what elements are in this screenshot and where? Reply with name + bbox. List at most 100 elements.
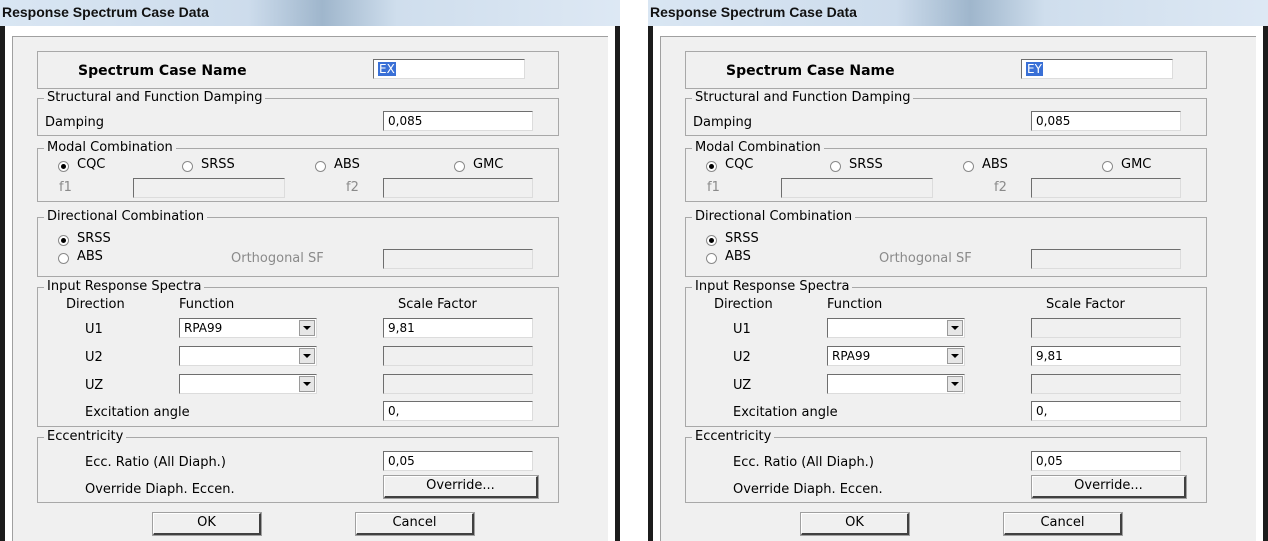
gmc-label: GMC [473,157,504,172]
eccentricity-label: Eccentricity [44,429,127,444]
ecc-ratio-label: Ecc. Ratio (All Diaph.) [85,455,226,470]
u1-function-select[interactable] [827,318,965,338]
ok-button[interactable]: OK [800,512,910,536]
u2-scale-input[interactable]: 9,81 [1031,346,1181,366]
ecc-ratio-input[interactable]: 0,05 [383,451,533,471]
u1-scale-input[interactable] [1031,318,1181,338]
f2-input[interactable] [1031,178,1181,198]
case-name-group: Spectrum Case Name EY [685,51,1207,89]
dir-srss-radio[interactable] [58,235,69,246]
response-spectrum-dialog: Response Spectrum Case Data Spectrum Cas… [648,0,1268,541]
u2-scale-input[interactable] [383,346,533,366]
damping-input[interactable]: 0,085 [383,111,533,131]
function-column-header: Function [827,297,883,312]
dialog-client-area: Spectrum Case Name EY Structural and Fun… [660,36,1256,541]
dir-srss-radio[interactable] [706,235,717,246]
cqc-label: CQC [725,157,754,172]
override-button[interactable]: Override... [383,475,539,499]
gmc-label: GMC [1121,157,1152,172]
override-diaph-label: Override Diaph. Eccen. [85,482,235,497]
dir-abs-radio[interactable] [58,253,69,264]
dialog-title: Response Spectrum Case Data [2,4,209,20]
u2-function-select[interactable] [179,346,317,366]
chevron-down-icon[interactable] [299,348,315,364]
dir-srss-label: SRSS [77,231,111,246]
directional-combination-label: Directional Combination [692,209,856,224]
override-button[interactable]: Override... [1031,475,1187,499]
uz-scale-input[interactable] [383,374,533,394]
f1-label: f1 [707,180,720,195]
cqc-radio[interactable] [706,161,717,172]
orthogonal-sf-input[interactable] [383,249,533,269]
direction-column-header: Direction [66,297,125,312]
scale-factor-column-header: Scale Factor [398,297,477,312]
directional-combination-label: Directional Combination [44,209,208,224]
cqc-label: CQC [77,157,106,172]
window-frame-left [0,26,5,541]
dir-abs-radio[interactable] [706,253,717,264]
srss-radio[interactable] [830,161,841,172]
abs-radio[interactable] [963,161,974,172]
chevron-down-icon[interactable] [947,320,963,336]
f2-input[interactable] [383,178,533,198]
u1-scale-input[interactable]: 9,81 [383,318,533,338]
f1-input[interactable] [133,178,285,198]
abs-radio[interactable] [315,161,326,172]
u1-label: U1 [733,322,751,337]
window-frame-right [615,26,620,541]
case-name-label: Spectrum Case Name [726,63,895,79]
directional-combination-group: Directional Combination SRSS ABS Orthogo… [37,209,559,277]
u1-label: U1 [85,322,103,337]
u1-function-select[interactable]: RPA99 [179,318,317,338]
gmc-radio[interactable] [1102,161,1113,172]
dialog-titlebar: Response Spectrum Case Data [0,0,620,26]
gmc-radio[interactable] [454,161,465,172]
excitation-angle-input[interactable]: 0, [1031,401,1181,421]
cqc-radio[interactable] [58,161,69,172]
uz-scale-input[interactable] [1031,374,1181,394]
f1-input[interactable] [781,178,933,198]
modal-combination-label: Modal Combination [692,140,824,155]
orthogonal-sf-input[interactable] [1031,249,1181,269]
modal-combination-label: Modal Combination [44,140,176,155]
chevron-down-icon[interactable] [947,376,963,392]
abs-label: ABS [982,157,1008,172]
override-diaph-label: Override Diaph. Eccen. [733,482,883,497]
dir-srss-label: SRSS [725,231,759,246]
dialog-client-area: Spectrum Case Name EX Structural and Fun… [12,36,608,541]
f2-label: f2 [346,180,359,195]
chevron-down-icon[interactable] [947,348,963,364]
input-response-spectra-group: Input Response Spectra Direction Functio… [685,279,1207,427]
f2-label: f2 [994,180,1007,195]
f1-label: f1 [59,180,72,195]
excitation-angle-label: Excitation angle [733,405,838,420]
case-name-input[interactable]: EX [373,59,525,79]
chevron-down-icon[interactable] [299,320,315,336]
case-name-value: EY [1026,62,1043,76]
window-frame-right [1263,26,1268,541]
eccentricity-group: Eccentricity Ecc. Ratio (All Diaph.) 0,0… [37,429,559,503]
damping-group-label: Structural and Function Damping [44,90,266,105]
case-name-input[interactable]: EY [1021,59,1173,79]
damping-group: Structural and Function Damping Damping … [685,90,1207,136]
damping-group: Structural and Function Damping Damping … [37,90,559,136]
damping-input[interactable]: 0,085 [1031,111,1181,131]
response-spectrum-dialog: Response Spectrum Case Data Spectrum Cas… [0,0,620,541]
chevron-down-icon[interactable] [299,376,315,392]
damping-label: Damping [45,115,104,130]
ok-button[interactable]: OK [152,512,262,536]
u2-function-select[interactable]: RPA99 [827,346,965,366]
eccentricity-label: Eccentricity [692,429,775,444]
excitation-angle-input[interactable]: 0, [383,401,533,421]
uz-function-select[interactable] [827,374,965,394]
srss-label: SRSS [849,157,883,172]
ecc-ratio-input[interactable]: 0,05 [1031,451,1181,471]
srss-radio[interactable] [182,161,193,172]
cancel-button[interactable]: Cancel [1003,512,1123,536]
window-frame-left [648,26,653,541]
cancel-button[interactable]: Cancel [355,512,475,536]
uz-function-select[interactable] [179,374,317,394]
modal-combination-group: Modal Combination CQC SRSS ABS GMC f1 f2 [37,140,559,202]
orthogonal-sf-label: Orthogonal SF [879,251,972,266]
uz-label: UZ [85,378,104,393]
